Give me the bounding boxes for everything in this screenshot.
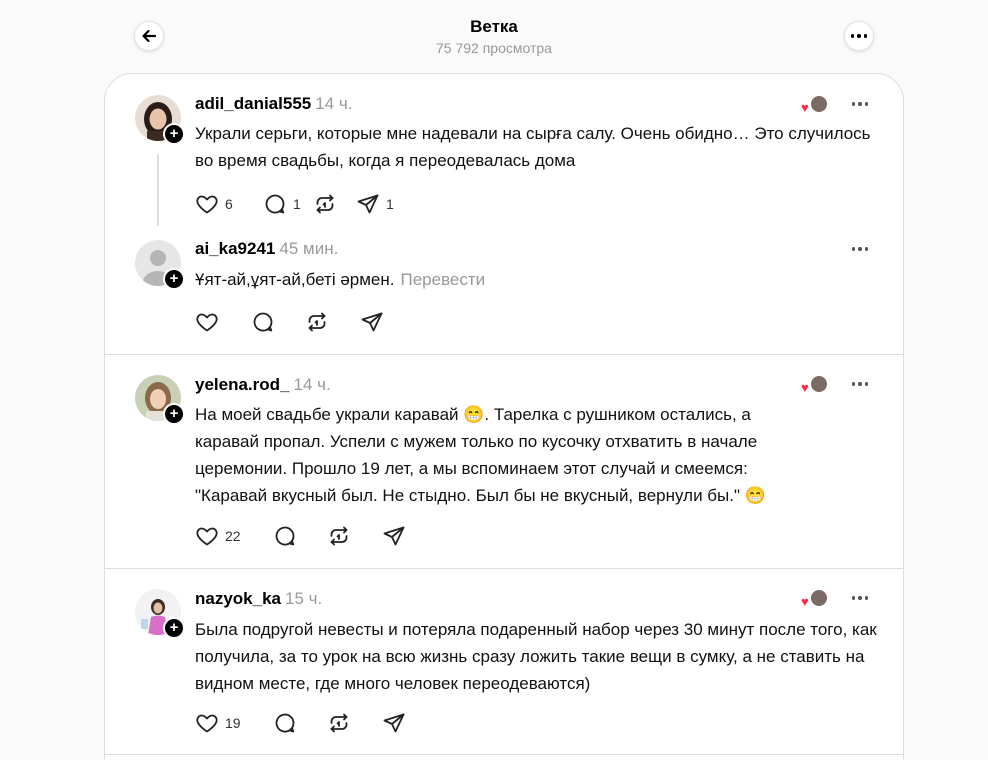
timestamp: 14 ч. xyxy=(315,94,353,113)
post-more-button[interactable] xyxy=(847,374,873,394)
action-bar: 19 xyxy=(195,711,406,735)
heart-filled-icon: ♥ xyxy=(801,100,809,115)
heart-filled-icon: ♥ xyxy=(801,380,809,395)
thread-card: + adil_danial555 14 ч. ♥ Украли серьги, к… xyxy=(104,73,904,760)
post-more-button[interactable] xyxy=(847,588,873,608)
comment-icon xyxy=(273,524,297,548)
share-count: 1 xyxy=(386,196,394,212)
comment-icon xyxy=(273,711,297,735)
like-count: 22 xyxy=(225,528,241,544)
share-button[interactable]: 1 xyxy=(356,192,394,216)
post-text-content: Ұят-ай,ұят-ай,беті әрмен. xyxy=(195,270,395,289)
repost-button[interactable] xyxy=(313,192,356,216)
heart-icon xyxy=(195,711,219,735)
post-text-line: церемонии. Прошло 19 лет, а мы вспоминае… xyxy=(195,459,748,478)
avatar[interactable]: + xyxy=(135,95,185,145)
send-icon xyxy=(382,524,406,548)
repost-button[interactable] xyxy=(327,711,382,735)
post-text-line: каравай пропал. Успели с мужем только по… xyxy=(195,432,758,451)
repost-icon xyxy=(327,524,351,548)
post-text: На моей свадьбе украли каравай 😁. Тарелк… xyxy=(195,401,885,509)
username[interactable]: adil_danial555 xyxy=(195,94,311,113)
send-icon xyxy=(360,310,384,334)
timestamp: 14 ч. xyxy=(293,375,331,394)
reactor-avatar xyxy=(809,588,829,608)
send-icon xyxy=(382,711,406,735)
divider xyxy=(105,754,903,755)
divider xyxy=(105,354,903,355)
page-title: Ветка xyxy=(470,17,518,36)
reactor-avatar xyxy=(809,94,829,114)
heart-icon xyxy=(195,192,219,216)
post-header: yelena.rod_ 14 ч. xyxy=(195,375,331,395)
avatar[interactable]: + xyxy=(135,589,185,639)
reply-count: 1 xyxy=(293,196,301,212)
thread-line xyxy=(157,154,159,226)
like-button[interactable]: 19 xyxy=(195,711,273,735)
reactors[interactable]: ♥ xyxy=(801,374,831,396)
comment-icon xyxy=(251,310,275,334)
like-count: 6 xyxy=(225,196,233,212)
reply-button[interactable] xyxy=(273,524,327,548)
reply-button[interactable] xyxy=(251,310,305,334)
action-bar: 6 1 1 xyxy=(195,192,394,216)
reactor-avatar xyxy=(809,374,829,394)
share-button[interactable] xyxy=(360,310,384,334)
post-header: nazyok_ka 15 ч. xyxy=(195,589,322,609)
repost-icon xyxy=(305,310,329,334)
post-header: adil_danial555 14 ч. xyxy=(195,94,352,114)
reactors[interactable]: ♥ xyxy=(801,94,831,116)
repost-button[interactable] xyxy=(305,310,360,334)
action-bar: 22 xyxy=(195,524,406,548)
username[interactable]: nazyok_ka xyxy=(195,589,281,608)
post-text: Ұят-ай,ұят-ай,беті әрмен. Перевести xyxy=(195,266,885,293)
avatar[interactable]: + xyxy=(135,375,185,425)
like-button[interactable]: 22 xyxy=(195,524,273,548)
timestamp: 45 мин. xyxy=(279,239,339,258)
post-text: Была подругой невесты и потеряла подарен… xyxy=(195,620,877,693)
share-button[interactable] xyxy=(382,711,406,735)
repost-button[interactable] xyxy=(327,524,382,548)
like-button[interactable] xyxy=(195,310,251,334)
avatar[interactable]: + xyxy=(135,240,185,290)
like-count: 19 xyxy=(225,715,241,731)
share-button[interactable] xyxy=(382,524,406,548)
divider xyxy=(105,568,903,569)
follow-plus-button[interactable]: + xyxy=(163,123,185,145)
follow-plus-button[interactable]: + xyxy=(163,617,185,639)
timestamp: 15 ч. xyxy=(285,589,323,608)
action-bar xyxy=(195,310,384,334)
repost-icon xyxy=(327,711,351,735)
reply-button[interactable] xyxy=(273,711,327,735)
send-icon xyxy=(356,192,380,216)
reactors[interactable]: ♥ xyxy=(801,588,831,610)
post-more-button[interactable] xyxy=(847,239,873,259)
heart-icon xyxy=(195,310,219,334)
comment-icon xyxy=(263,192,287,216)
translate-link[interactable]: Перевести xyxy=(401,270,486,289)
follow-plus-button[interactable]: + xyxy=(163,403,185,425)
post-more-button[interactable] xyxy=(847,94,873,114)
more-horizontal-icon xyxy=(850,34,868,38)
post-text-line: На моей свадьбе украли каравай 😁. Тарелк… xyxy=(195,405,751,424)
heart-filled-icon: ♥ xyxy=(801,594,809,609)
follow-plus-button[interactable]: + xyxy=(163,268,185,290)
post-text-line: "Каравай вкусный был. Не стыдно. Был бы … xyxy=(195,486,766,505)
repost-icon xyxy=(313,192,337,216)
post-text: Украли серьги, которые мне надевали на с… xyxy=(195,124,871,170)
view-count: 75 792 просмотра xyxy=(436,40,552,56)
username[interactable]: yelena.rod_ xyxy=(195,375,290,394)
username[interactable]: ai_ka9241 xyxy=(195,239,275,258)
heart-icon xyxy=(195,524,219,548)
reply-button[interactable]: 1 xyxy=(250,192,313,216)
post-header: ai_ka9241 45 мин. xyxy=(195,239,338,259)
more-options-button[interactable] xyxy=(844,21,874,51)
like-button[interactable]: 6 xyxy=(195,192,250,216)
